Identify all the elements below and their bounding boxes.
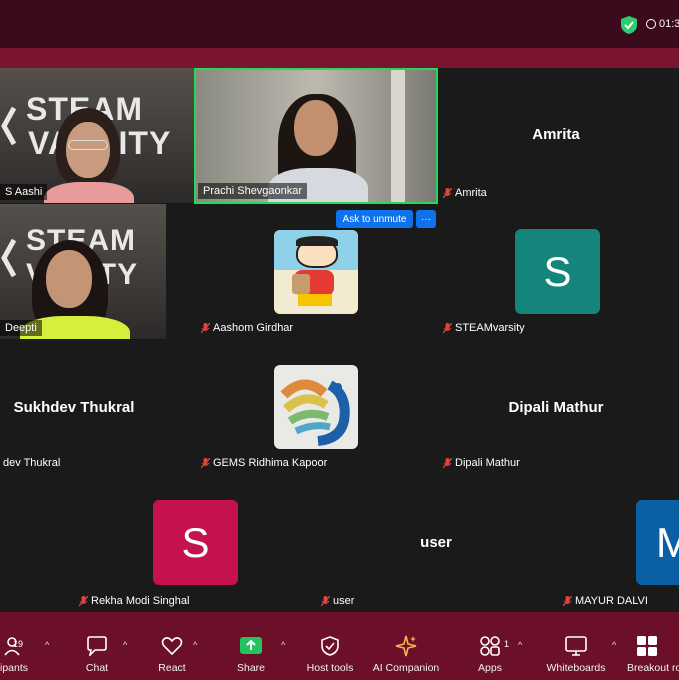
steam-logo-icon [1,106,17,146]
breakout-rooms-icon [626,634,658,658]
apps-count: 1 [504,639,510,649]
tile-user[interactable]: user user [316,474,558,612]
muted-mic-icon [563,595,572,607]
react-button[interactable]: React [152,634,192,674]
breakout-rooms-button[interactable]: Breakout ro [626,634,679,674]
muted-mic-icon [443,322,452,334]
share-icon [239,634,263,658]
whiteboards-chevron-icon[interactable]: ^ [612,640,616,650]
participant-display-name: user [420,534,452,551]
avatar-letter: S [515,229,600,314]
apps-chevron-icon[interactable]: ^ [518,640,522,650]
peacock-icon [280,379,350,446]
muted-mic-icon [79,595,88,607]
participants-label: ipants [0,662,29,674]
chat-label: Chat [85,662,109,674]
muted-mic-icon [443,187,452,199]
participant-face [46,250,92,308]
participant-display-name: Sukhdev Thukral [13,399,135,416]
tile-name-label: Aashom Girdhar [196,320,298,336]
tile-steamvarsity[interactable]: S STEAMvarsity [438,204,679,339]
tile-name-label: MAYUR DALVI [558,593,653,609]
participant-face [294,100,338,156]
tile-name-label: user [316,593,359,609]
tile-name-label: Prachi Shevgaonkar [198,183,308,199]
share-label: Share [236,662,266,674]
tile-deepti[interactable]: STEAM VASITY Deepti [0,204,166,339]
share-button[interactable]: Share [232,634,270,674]
participant-display-name: Amrita [532,126,580,143]
background-lamp [391,70,405,202]
avatar-letter: M [636,500,679,585]
top-stripe [0,48,679,68]
tile-name-label: GEMS Ridhima Kapoor [196,455,332,471]
host-tools-label: Host tools [306,662,354,674]
tile-aashi[interactable]: STEAM VARSITY S Aashi [0,68,194,203]
apps-label: Apps [478,662,502,674]
participants-chevron-icon[interactable]: ^ [45,640,49,650]
share-chevron-icon[interactable]: ^ [281,640,285,650]
chat-icon [86,634,108,658]
tile-rekha[interactable]: S Rekha Modi Singhal [74,474,316,612]
tile-sukhdev[interactable]: Sukhdev Thukral dev Thukral [0,339,196,474]
glasses [68,140,108,150]
react-chevron-icon[interactable]: ^ [193,640,197,650]
tile-aashom[interactable]: Aashom Girdhar [196,204,438,339]
tile-name-label: dev Thukral [3,457,61,469]
apps-button[interactable]: Apps [472,634,508,674]
clock-icon [646,19,656,29]
muted-mic-icon [443,457,452,469]
meeting-timer: 01:3 [646,18,679,30]
avatar-cartoon [274,230,358,314]
whiteboards-button[interactable]: Whiteboards [544,634,608,674]
tile-prachi-active-speaker[interactable]: Prachi Shevgaonkar [194,68,438,204]
tile-name-label: Rekha Modi Singhal [74,593,194,609]
avatar-letter: S [153,500,238,585]
react-label: React [158,662,186,674]
cartoon-hair [296,236,338,246]
video-gallery: STEAM VARSITY S Aashi Prachi Shevgaonkar… [0,68,679,612]
heart-icon [161,634,183,658]
breakout-rooms-label: Breakout ro [627,662,679,674]
tile-name-label: Amrita [438,185,492,201]
participants-count: 19 [13,639,24,649]
muted-mic-icon [201,322,210,334]
ai-companion-button[interactable]: AI Companion [370,634,442,674]
apps-icon [479,634,501,658]
sparkle-icon [395,634,417,658]
tile-amrita[interactable]: Amrita Amrita [438,68,679,204]
tile-name-label: STEAMvarsity [438,320,530,336]
tile-dipali[interactable]: Dipali Mathur Dipali Mathur [438,339,679,474]
timer-text: 01:3 [659,18,679,30]
host-tools-button[interactable]: Host tools [303,634,357,674]
muted-mic-icon [201,457,210,469]
tile-name-label: Deepti [0,320,42,336]
participant-shirt [44,182,134,203]
tile-mayur[interactable]: M MAYUR DALVI [558,474,679,612]
whiteboard-icon [564,634,588,658]
cartoon-shorts [298,294,332,306]
avatar-peacock-drawing [274,365,358,449]
chat-chevron-icon[interactable]: ^ [123,640,127,650]
tile-name-label: Dipali Mathur [438,455,525,471]
shield-icon [321,634,339,658]
tile-name-label: S Aashi [0,184,48,200]
participant-display-name: Dipali Mathur [508,399,604,416]
participant-face [66,122,110,178]
steam-logo-icon [1,238,17,278]
ai-companion-label: AI Companion [372,662,440,674]
muted-mic-icon [321,595,330,607]
chat-button[interactable]: Chat [78,634,116,674]
shield-check-icon[interactable] [621,16,637,34]
cartoon-bag [292,274,310,294]
whiteboards-label: Whiteboards [546,662,606,674]
meeting-top-bar: 01:3 [0,0,679,48]
meeting-toolbar: ipants 19 ^ Chat ^ React ^ Share ^ Host … [0,612,679,680]
tile-ridhima[interactable]: GEMS Ridhima Kapoor [196,339,438,474]
